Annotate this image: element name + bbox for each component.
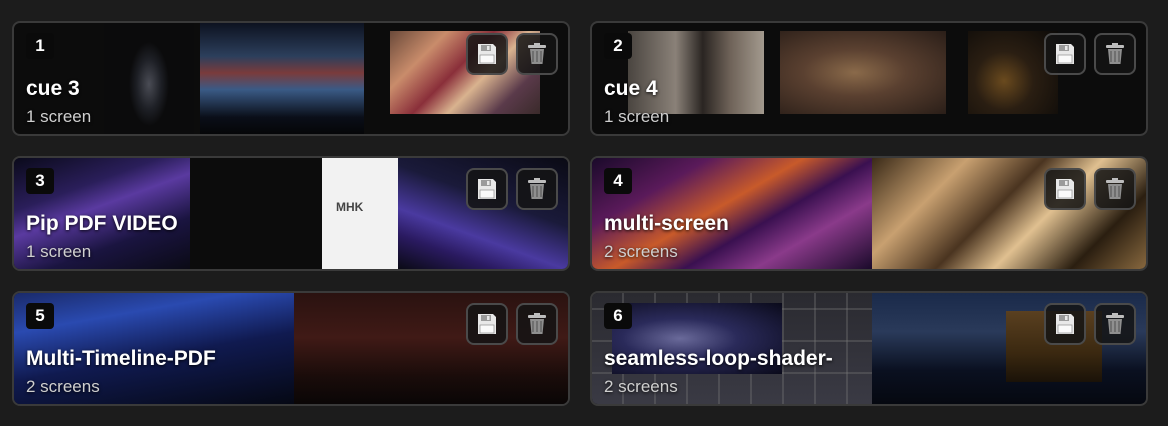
delete-button[interactable] [516,33,558,75]
trash-can-icon [1106,178,1124,199]
cue-card-1[interactable]: 1 cue 3 1 screen [12,21,570,136]
trash-can-icon [528,178,546,199]
trash-can-icon [528,313,546,334]
cue-title: seamless-loop-shader- [604,347,833,370]
cue-card-6[interactable]: 6 seamless-loop-shader- 2 screens [590,291,1148,406]
thumbnail-car-interior [200,23,364,134]
thumbnail-pdf-logo-page: MHK [322,158,398,269]
cue-screen-count: 2 screens [604,242,678,261]
cue-number: 5 [26,303,54,329]
cue-number: 2 [604,33,632,59]
delete-button[interactable] [1094,303,1136,345]
cue-number: 4 [604,168,632,194]
thumbnail-pdf-page [190,158,322,269]
pdf-logo-text: MHK [336,200,364,214]
delete-button[interactable] [1094,168,1136,210]
cue-screen-count: 1 screen [26,107,92,126]
cue-title: multi-screen [604,212,729,235]
save-button[interactable] [466,303,508,345]
cue-title: Multi-Timeline-PDF [26,347,216,370]
save-button[interactable] [466,168,508,210]
floppy-disk-icon [1056,314,1074,334]
delete-button[interactable] [516,168,558,210]
floppy-disk-icon [478,44,496,64]
cue-card-5[interactable]: 5 Multi-Timeline-PDF 2 screens [12,291,570,406]
cue-title: cue 4 [604,77,658,100]
cue-grid: 1 cue 3 1 screen 2 cue 4 1 screen MHK 3 … [0,0,1168,426]
save-button[interactable] [1044,33,1086,75]
cue-screen-count: 2 screens [604,377,678,396]
thumbnail-vr-person [628,31,764,114]
floppy-disk-icon [478,179,496,199]
delete-button[interactable] [516,303,558,345]
cue-screen-count: 1 screen [26,242,92,261]
thumbnail-blur-motion [780,31,946,114]
cue-card-2[interactable]: 2 cue 4 1 screen [590,21,1148,136]
cue-card-3[interactable]: MHK 3 Pip PDF VIDEO 1 screen [12,156,570,271]
trash-can-icon [528,43,546,64]
cue-screen-count: 2 screens [26,377,100,396]
trash-can-icon [1106,43,1124,64]
trash-can-icon [1106,313,1124,334]
thumbnail-performer [104,23,194,134]
cue-title: cue 3 [26,77,80,100]
save-button[interactable] [466,33,508,75]
cue-number: 6 [604,303,632,329]
save-button[interactable] [1044,303,1086,345]
cue-title: Pip PDF VIDEO [26,212,178,235]
cue-card-4[interactable]: 4 multi-screen 2 screens [590,156,1148,271]
cue-number: 1 [26,33,54,59]
floppy-disk-icon [1056,44,1074,64]
save-button[interactable] [1044,168,1086,210]
floppy-disk-icon [478,314,496,334]
cue-screen-count: 1 screen [604,107,670,126]
delete-button[interactable] [1094,33,1136,75]
cue-number: 3 [26,168,54,194]
floppy-disk-icon [1056,179,1074,199]
